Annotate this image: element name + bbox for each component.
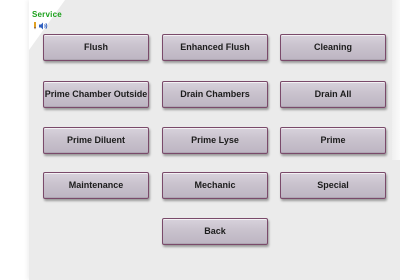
- pencil-icon: [32, 17, 38, 35]
- panel-edge: [392, 0, 400, 160]
- drain-all-button[interactable]: Drain All: [280, 81, 386, 108]
- mechanic-button[interactable]: Mechanic: [162, 172, 268, 199]
- sound-icon: [39, 17, 48, 35]
- cleaning-button[interactable]: Cleaning: [280, 34, 386, 61]
- flush-button[interactable]: Flush: [43, 34, 149, 61]
- prime-chamber-outside-button[interactable]: Prime Chamber Outside: [43, 81, 149, 108]
- prime-button[interactable]: Prime: [280, 127, 386, 154]
- prime-diluent-button[interactable]: Prime Diluent: [43, 127, 149, 154]
- maintenance-button[interactable]: Maintenance: [43, 172, 149, 199]
- enhanced-flush-button[interactable]: Enhanced Flush: [162, 34, 268, 61]
- status-icons: [32, 22, 48, 30]
- drain-chambers-button[interactable]: Drain Chambers: [162, 81, 268, 108]
- back-button[interactable]: Back: [162, 218, 268, 245]
- prime-lyse-button[interactable]: Prime Lyse: [162, 127, 268, 154]
- special-button[interactable]: Special: [280, 172, 386, 199]
